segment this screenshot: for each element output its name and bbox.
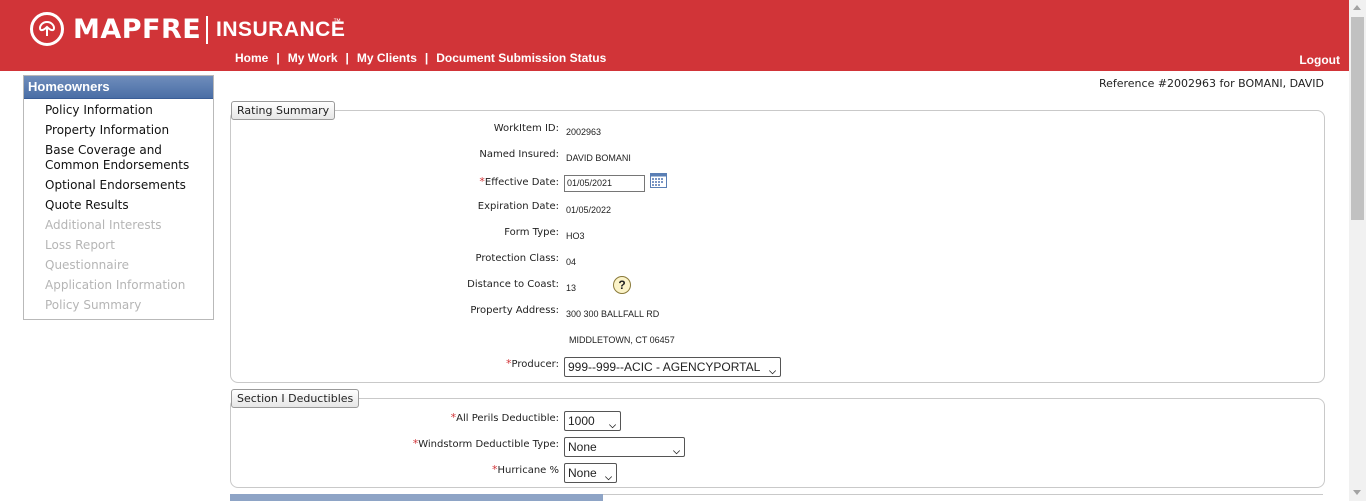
reference-text: Reference #2002963 for BOMANI, DAVID — [1098, 77, 1324, 90]
mapfre-logo-icon — [30, 12, 64, 46]
effective-date-input[interactable]: 01/05/2021 — [564, 175, 645, 192]
windstorm-label-text: Windstorm Deductible Type: — [418, 439, 559, 450]
effective-date-row: *Effective Date: 01/05/2021 — [231, 173, 1324, 197]
form-type-label: Form Type: — [504, 227, 559, 238]
sidebar-item: Policy Summary — [45, 298, 142, 312]
windstorm-select[interactable]: None ⌵ — [564, 437, 685, 457]
expiration-date-row: Expiration Date: 01/05/2022 — [231, 201, 1324, 223]
page-scrollbar[interactable] — [1349, 0, 1366, 501]
hurricane-row: *Hurricane % None ⌵ — [231, 463, 1324, 485]
producer-label: *Producer: — [506, 357, 559, 370]
deductibles-panel: *All Perils Deductible: 1000 ⌵ *Windstor… — [230, 398, 1325, 488]
rating-summary-tab: Rating Summary — [231, 101, 336, 120]
form-type-row: Form Type: HO3 — [231, 227, 1324, 249]
windstorm-selected-value: None — [568, 440, 597, 454]
brand-name: MAPFRE — [73, 14, 202, 45]
scroll-thumb[interactable] — [1351, 17, 1364, 220]
property-address-row: Property Address: 300 300 BALLFALL RD — [231, 305, 1324, 327]
chevron-down-icon: ⌵ — [673, 446, 680, 456]
workitem-label: WorkItem ID: — [493, 123, 559, 134]
sidebar-item: Additional Interests — [45, 218, 162, 232]
sidebar-item[interactable]: Policy Information — [45, 103, 213, 118]
all-perils-label: *All Perils Deductible: — [451, 411, 559, 424]
property-address-line1: 300 300 BALLFALL RD — [566, 309, 660, 319]
chevron-down-icon: ⌵ — [605, 472, 612, 482]
sidebar-item[interactable]: Property Information — [45, 123, 213, 138]
nav-home[interactable]: Home — [235, 51, 268, 65]
distance-to-coast-row: Distance to Coast: 13 ? — [231, 276, 1324, 301]
sidebar-item[interactable]: Optional Endorsements — [45, 178, 213, 193]
windstorm-label: *Windstorm Deductible Type: — [413, 437, 559, 450]
nav-document-submission-status[interactable]: Document Submission Status — [436, 51, 606, 65]
all-perils-select[interactable]: 1000 ⌵ — [564, 411, 621, 431]
property-address-label: Property Address: — [470, 305, 559, 316]
hurricane-label-text: Hurricane % — [497, 465, 559, 476]
protection-class-value: 04 — [566, 257, 577, 267]
sidebar-item[interactable]: Quote Results — [45, 198, 213, 213]
protection-class-row: Protection Class: 04 — [231, 253, 1324, 275]
rating-summary-panel: WorkItem ID: 2002963 Named Insured: DAVI… — [230, 110, 1325, 383]
property-address-line2: MIDDLETOWN, CT 06457 — [569, 335, 675, 345]
all-perils-row: *All Perils Deductible: 1000 ⌵ — [231, 411, 1324, 433]
app-header: MAPFRE INSURANCE ™ Home | My Work | My Clien… — [0, 0, 1349, 71]
nav-separator: | — [276, 51, 280, 65]
expiration-date-label: Expiration Date: — [477, 201, 559, 212]
sidebar-item: Loss Report — [45, 238, 115, 252]
scroll-down-arrow-icon[interactable] — [1353, 490, 1361, 495]
producer-label-text: Producer: — [511, 359, 559, 370]
producer-selected-value: 999--999--ACIC - AGENCYPORTAL — [568, 360, 761, 374]
producer-select[interactable]: 999--999--ACIC - AGENCYPORTAL ⌵ — [564, 357, 781, 377]
trademark-mark: ™ — [333, 17, 341, 26]
sidebar-item[interactable]: Base Coverage and Common Endorsements — [45, 143, 213, 173]
effective-date-label-text: Effective Date: — [484, 177, 559, 188]
workitem-value: 2002963 — [566, 127, 602, 137]
protection-class-label: Protection Class: — [475, 253, 559, 264]
sidebar-item: Application Information — [45, 278, 186, 292]
sidebar-nav-list: Policy Information Property Information Ba… — [24, 103, 213, 313]
workitem-row: WorkItem ID: 2002963 — [231, 123, 1324, 145]
all-perils-label-text: All Perils Deductible: — [456, 413, 559, 424]
chevron-down-icon: ⌵ — [609, 420, 616, 430]
sidebar-item: Questionnaire — [45, 258, 130, 272]
scroll-up-arrow-icon[interactable] — [1353, 5, 1361, 10]
next-section-header — [230, 494, 603, 501]
distance-to-coast-value: 13 — [566, 283, 577, 293]
named-insured-label: Named Insured: — [479, 149, 559, 160]
help-icon[interactable]: ? — [613, 276, 631, 294]
named-insured-row: Named Insured: DAVID BOMANI — [231, 149, 1324, 171]
brand-product: INSURANCE — [216, 18, 346, 41]
nav-my-clients[interactable]: My Clients — [357, 51, 417, 65]
logout-link[interactable]: Logout — [1299, 53, 1340, 67]
next-section-divider — [603, 494, 1323, 495]
form-type-value: HO3 — [566, 231, 585, 241]
distance-to-coast-label: Distance to Coast: — [467, 279, 559, 290]
nav-my-work[interactable]: My Work — [288, 51, 338, 65]
sidebar: Homeowners Policy Information Property In… — [23, 75, 214, 320]
main-nav: Home | My Work | My Clients | Document Submiss… — [235, 51, 606, 65]
all-perils-selected-value: 1000 — [568, 414, 595, 428]
calendar-icon[interactable] — [650, 173, 667, 188]
expiration-date-value: 01/05/2022 — [566, 205, 612, 215]
sidebar-title: Homeowners — [24, 76, 213, 99]
hurricane-label: *Hurricane % — [492, 463, 559, 476]
producer-row: *Producer: 999--999--ACIC - AGENCYPORTAL… — [231, 357, 1324, 379]
hurricane-selected-value: None — [568, 466, 597, 480]
deductibles-tab: Section I Deductibles — [231, 389, 360, 408]
chevron-down-icon: ⌵ — [769, 366, 776, 376]
windstorm-row: *Windstorm Deductible Type: None ⌵ — [231, 437, 1324, 459]
property-address-row-2: MIDDLETOWN, CT 06457 — [231, 331, 1324, 353]
nav-separator: | — [424, 51, 429, 65]
effective-date-label: *Effective Date: — [479, 175, 559, 188]
nav-separator: | — [345, 51, 349, 65]
hurricane-select[interactable]: None ⌵ — [564, 463, 617, 483]
named-insured-value: DAVID BOMANI — [566, 153, 631, 163]
logo-divider — [206, 16, 208, 44]
